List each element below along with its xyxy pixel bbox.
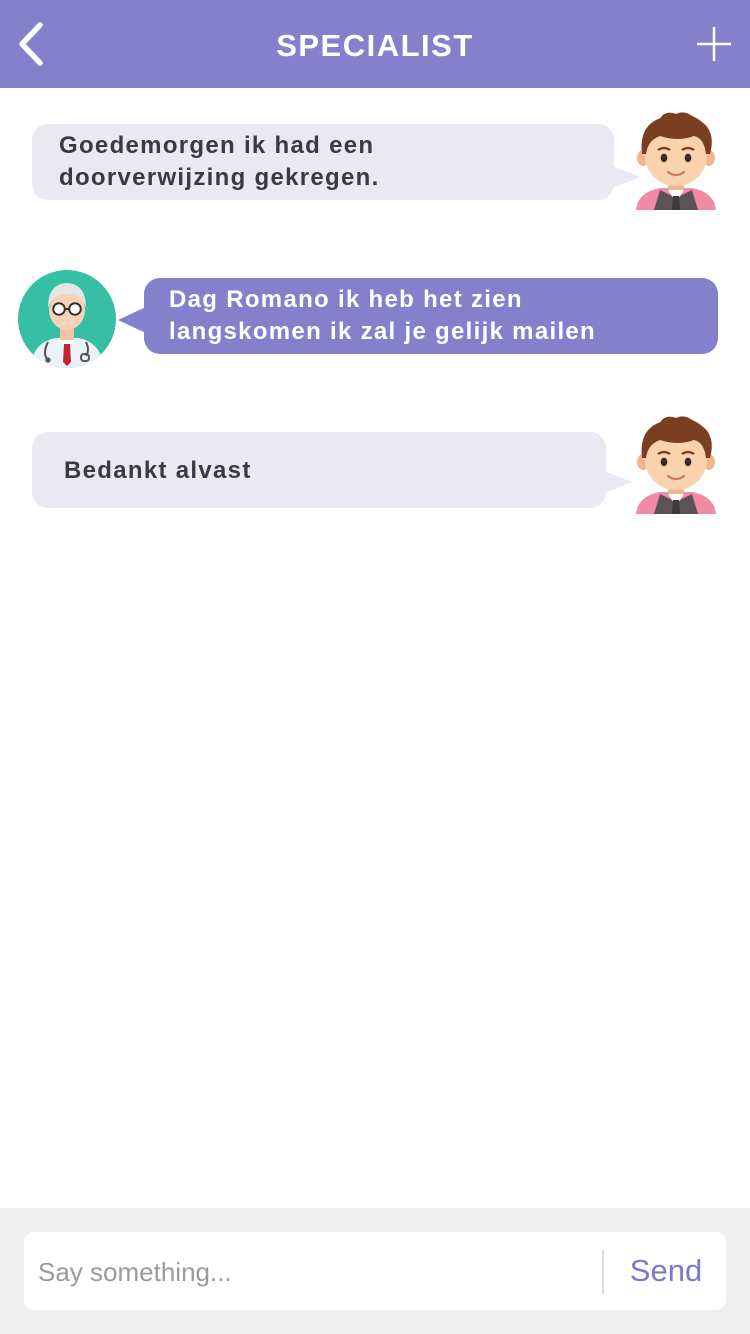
composer-bar: Send <box>0 1208 750 1334</box>
message-input[interactable] <box>36 1232 600 1312</box>
message-line: Bedankt alvast <box>64 457 252 484</box>
chat-bubble-sent: Bedankt alvast <box>32 432 606 508</box>
add-button[interactable] <box>688 18 740 70</box>
plus-icon <box>697 27 731 61</box>
app-header: SPECIALIST <box>0 0 750 88</box>
composer-box: Send <box>24 1232 726 1312</box>
bubble-tail <box>602 470 632 494</box>
chat-bubble-received: Dag Romano ik heb het zien langskomen ik… <box>144 278 718 354</box>
message-line: doorverwijzing gekregen. <box>59 164 380 191</box>
patient-avatar <box>636 416 716 514</box>
send-button[interactable]: Send <box>606 1232 726 1310</box>
message-line: Goedemorgen ik had een <box>59 132 375 159</box>
doctor-avatar <box>18 270 116 368</box>
page-title: SPECIALIST <box>276 28 474 63</box>
chat-bubble-sent: Goedemorgen ik had een doorverwijzing ge… <box>32 124 614 200</box>
patient-avatar <box>636 112 716 210</box>
message-line: langskomen ik zal je gelijk mailen <box>169 318 597 345</box>
divider <box>602 1250 604 1294</box>
message-line: Dag Romano ik heb het zien <box>169 286 523 313</box>
